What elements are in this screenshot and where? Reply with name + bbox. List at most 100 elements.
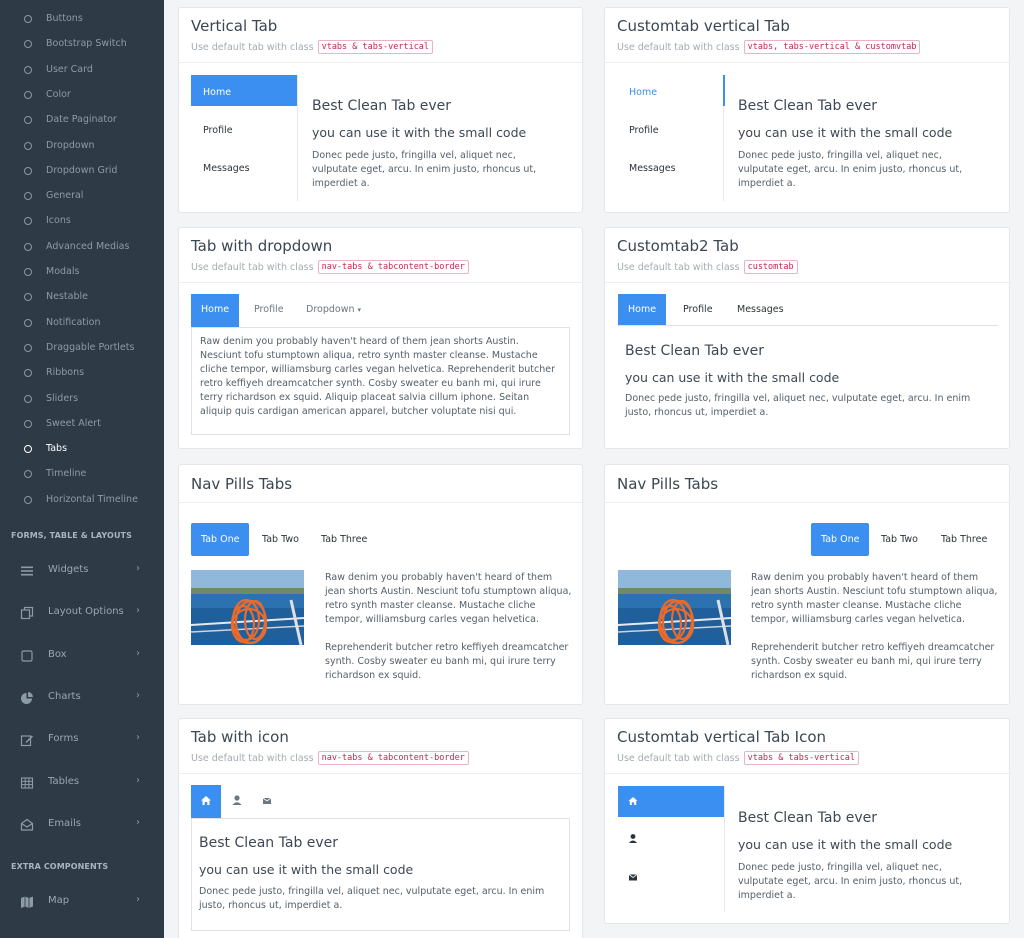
chevron-right-icon: › [136, 816, 140, 828]
sidebar-menu-emails[interactable]: Emails › [0, 809, 164, 839]
tab-messages[interactable] [253, 785, 281, 818]
tab-home[interactable]: Home [191, 294, 240, 327]
sidebar-item-icons[interactable]: Icons [0, 209, 164, 233]
sidebar-item-label: Dropdown [46, 139, 95, 151]
sidebar-item-label: Notification [46, 316, 101, 328]
sidebar-item-date-paginator[interactable]: Date Paginator [0, 108, 164, 132]
card-subtitle: Use default tab with class customtab [617, 260, 798, 274]
chevron-right-icon: › [136, 774, 140, 786]
class-code: nav-tabs & tabcontent-border [317, 751, 469, 765]
sidebar-menu-box[interactable]: Box › [0, 640, 164, 670]
tab-three[interactable]: Tab Three [931, 523, 997, 556]
sidebar-item-sliders[interactable]: Sliders [0, 387, 164, 411]
sidebar-item-label: Bootstrap Switch [46, 38, 127, 50]
tab-messages[interactable] [618, 862, 724, 893]
circle-icon [24, 116, 32, 125]
tab-two[interactable]: Tab Two [871, 523, 928, 556]
content-text-1: Raw denim you probably haven't heard of … [325, 572, 572, 625]
sidebar-menu-tables[interactable]: Tables › [0, 767, 164, 797]
tab-home[interactable]: Home [618, 294, 667, 326]
sidebar-item-user-card[interactable]: User Card [0, 58, 164, 82]
card-title: Customtab vertical Tab [617, 17, 790, 35]
tab-divider [724, 786, 725, 912]
content-subheading: you can use it with the small code [738, 837, 953, 852]
sidebar-menu-forms[interactable]: Forms › [0, 724, 164, 754]
sidebar-item-buttons[interactable]: Buttons [0, 7, 164, 31]
circle-icon [24, 495, 32, 504]
tab-messages[interactable]: Messages [727, 294, 794, 327]
content-heading: Best Clean Tab ever [738, 98, 878, 114]
chevron-right-icon: › [136, 732, 140, 744]
tab-messages[interactable]: Messages [617, 151, 723, 182]
sidebar-item-ribbons[interactable]: Ribbons [0, 361, 164, 385]
sidebar-item-timeline[interactable]: Timeline [0, 462, 164, 486]
tab-profile[interactable]: Profile [617, 113, 723, 144]
sidebar-menu-map[interactable]: Map › [0, 886, 164, 916]
class-code: vtabs & tabs-vertical [743, 751, 860, 765]
sidebar-item-sweet-alert[interactable]: Sweet Alert [0, 412, 164, 436]
photo-image [618, 570, 731, 645]
tab-home[interactable] [191, 785, 221, 818]
tab-profile[interactable] [618, 824, 724, 855]
sidebar-menu-charts[interactable]: Charts › [0, 682, 164, 712]
tab-profile[interactable] [223, 785, 251, 818]
content-subheading: you can use it with the small code [738, 125, 953, 140]
tab-dropdown-card: Tab with dropdown Use default tab with c… [178, 227, 583, 449]
sidebar-item-tabs[interactable]: Tabs [0, 437, 164, 461]
tab-dropdown[interactable]: Dropdown ▾ [296, 294, 371, 327]
home-icon [201, 796, 211, 805]
sidebar-menu-label: Map [48, 895, 70, 906]
tab-profile[interactable]: Profile [244, 294, 294, 327]
card-title: Nav Pills Tabs [191, 475, 293, 493]
content-heading: Best Clean Tab ever [199, 835, 339, 851]
card-divider [605, 773, 1009, 774]
class-code: nav-tabs & tabcontent-border [317, 260, 469, 274]
sidebar-item-dropdown-grid[interactable]: Dropdown Grid [0, 159, 164, 183]
tab-home[interactable]: Home [191, 75, 297, 106]
card-subtitle: Use default tab with class vtabs, tabs-ve… [617, 40, 921, 54]
tab-one[interactable]: Tab One [191, 523, 250, 556]
pie-chart-icon [20, 690, 34, 704]
section-heading-forms: FORMS, TABLE & LAYOUTS [11, 531, 132, 540]
sea-rope-photo [618, 570, 731, 645]
sidebar-menu-label: Emails [48, 817, 81, 829]
circle-icon [24, 141, 32, 150]
card-title: Customtab2 Tab [617, 237, 739, 255]
active-tab-indicator [723, 75, 725, 106]
tab-home[interactable] [618, 786, 724, 817]
content-text: Donec pede justo, fringilla vel, aliquet… [312, 150, 537, 189]
content-text: Donec pede justo, fringilla vel, aliquet… [738, 862, 963, 901]
sidebar-item-label: Buttons [46, 13, 83, 24]
photo-image [191, 570, 304, 645]
sidebar-item-nestable[interactable]: Nestable [0, 285, 164, 309]
chevron-right-icon: › [136, 894, 140, 905]
sidebar-item-draggable-portlets[interactable]: Draggable Portlets [0, 336, 164, 360]
tab-messages[interactable]: Messages [191, 151, 297, 182]
chevron-down-icon: ▾ [357, 306, 362, 314]
sidebar-item-advanced-medias[interactable]: Advanced Medias [0, 235, 164, 259]
circle-icon [24, 90, 32, 99]
tab-profile[interactable]: Profile [191, 113, 297, 144]
card-title: Tab with icon [191, 728, 289, 746]
tab-profile[interactable]: Profile [673, 294, 723, 327]
circle-icon [24, 293, 32, 302]
sidebar-item-bootstrap-switch[interactable]: Bootstrap Switch [0, 32, 164, 56]
tab-one[interactable]: Tab One [811, 523, 870, 556]
sidebar-menu-widgets[interactable]: Widgets › [0, 555, 164, 585]
tab-home[interactable]: Home [617, 75, 723, 106]
content-subheading: you can use it with the small code [312, 125, 527, 140]
sidebar-item-dropdown[interactable]: Dropdown [0, 134, 164, 158]
sidebar-item-label: Sliders [46, 392, 79, 404]
card-divider [605, 62, 1009, 63]
sidebar-item-general[interactable]: General [0, 184, 164, 208]
sidebar-item-notification[interactable]: Notification [0, 311, 164, 335]
sidebar-menu-layout-options[interactable]: Layout Options › [0, 597, 164, 627]
sidebar-item-color[interactable]: Color [0, 83, 164, 107]
content-text: Donec pede justo, fringilla vel, aliquet… [199, 886, 545, 911]
tab-two[interactable]: Tab Two [252, 523, 309, 556]
circle-icon [24, 242, 32, 251]
tab-three[interactable]: Tab Three [311, 523, 377, 556]
sidebar-item-horizontal-timeline[interactable]: Horizontal Timeline [0, 488, 164, 512]
sidebar-item-modals[interactable]: Modals [0, 260, 164, 284]
content-subheading: you can use it with the small code [199, 862, 414, 877]
